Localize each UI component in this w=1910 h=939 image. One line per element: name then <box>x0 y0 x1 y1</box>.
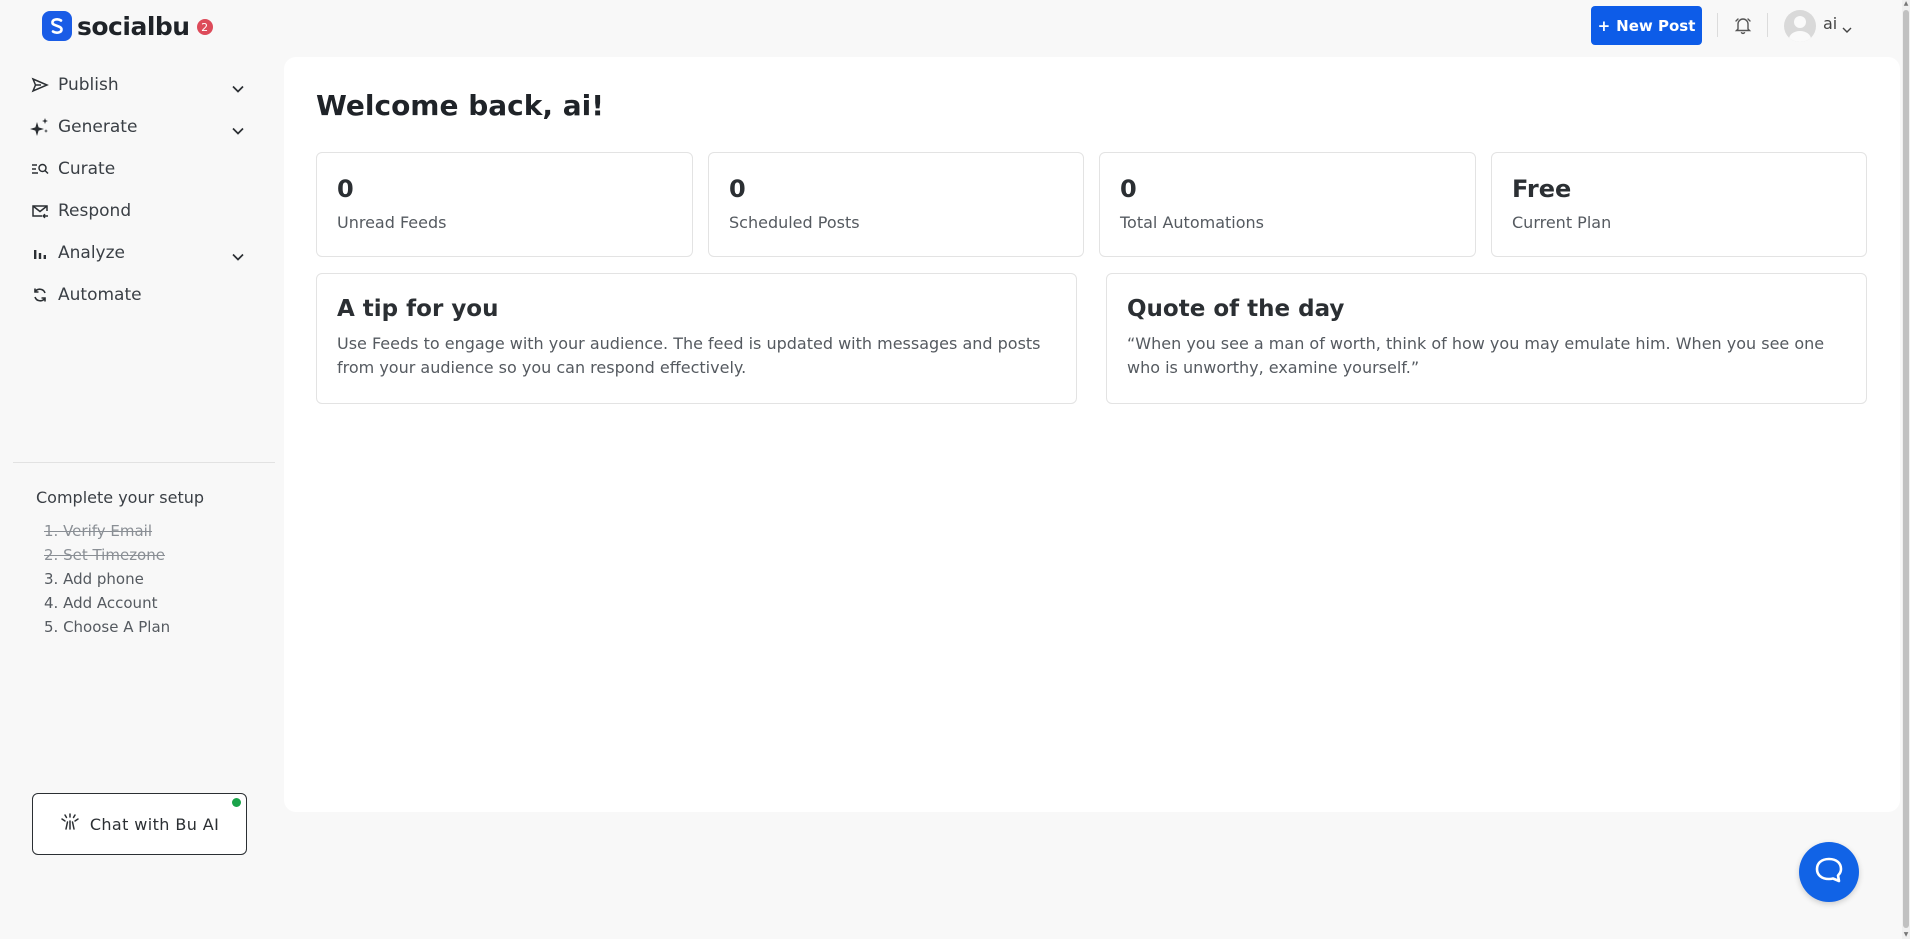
setup-steps-list: 1. Verify Email 2. Set Timezone 3. Add p… <box>44 519 170 639</box>
sidebar-item-label: Curate <box>58 159 116 179</box>
setup-step-verify-email[interactable]: 1. Verify Email <box>44 519 170 543</box>
new-post-label: New Post <box>1616 16 1696 35</box>
plus-icon: + <box>1597 16 1611 35</box>
quote-card: Quote of the day “When you see a man of … <box>1106 273 1867 404</box>
header-divider <box>1717 13 1718 37</box>
help-chat-button[interactable] <box>1799 842 1859 902</box>
stat-value: Free <box>1512 175 1572 203</box>
bell-icon[interactable] <box>1733 15 1753 35</box>
chat-with-bu-ai-button[interactable]: Chat with Bu AI <box>32 793 247 855</box>
stat-card-total-automations[interactable]: 0 Total Automations <box>1099 152 1476 257</box>
sidebar-item-respond[interactable]: Respond <box>0 190 276 232</box>
sidebar-nav: Publish Generate Curate Respond Analyze … <box>0 64 276 316</box>
stat-label: Total Automations <box>1120 213 1264 232</box>
setup-title: Complete your setup <box>36 488 205 507</box>
tip-card: A tip for you Use Feeds to engage with y… <box>316 273 1077 404</box>
setup-step-add-account[interactable]: 4. Add Account <box>44 591 170 615</box>
stat-value: 0 <box>1120 175 1137 203</box>
mail-reply-icon <box>30 201 50 221</box>
sidebar-divider <box>13 462 275 463</box>
stat-label: Unread Feeds <box>337 213 447 232</box>
stat-value: 0 <box>729 175 746 203</box>
page-title: Welcome back, ai! <box>316 89 605 122</box>
quote-text: “When you see a man of worth, think of h… <box>1127 334 1825 377</box>
sidebar-item-label: Analyze <box>58 243 125 263</box>
notification-count-badge: 2 <box>196 19 213 35</box>
online-status-dot <box>232 798 241 807</box>
avatar[interactable] <box>1784 10 1816 42</box>
sidebar-item-generate[interactable]: Generate <box>0 106 276 148</box>
scroll-thumb[interactable] <box>1903 10 1909 928</box>
sidebar-item-analyze[interactable]: Analyze <box>0 232 276 274</box>
ai-chat-icon <box>60 813 80 835</box>
stat-card-current-plan[interactable]: Free Current Plan <box>1491 152 1867 257</box>
send-icon <box>30 75 50 95</box>
user-name[interactable]: ai <box>1823 14 1837 33</box>
sidebar-item-label: Automate <box>58 285 142 305</box>
sidebar-item-label: Generate <box>58 117 138 137</box>
chevron-down-icon[interactable] <box>232 79 244 98</box>
header-divider <box>1767 13 1768 37</box>
chevron-down-icon[interactable] <box>1842 19 1852 38</box>
bar-chart-icon <box>30 243 50 263</box>
setup-step-add-phone[interactable]: 3. Add phone <box>44 567 170 591</box>
setup-step-choose-plan[interactable]: 5. Choose A Plan <box>44 615 170 639</box>
sparkles-icon <box>30 117 50 137</box>
sidebar-item-publish[interactable]: Publish <box>0 64 276 106</box>
search-list-icon <box>30 159 50 179</box>
logo[interactable]: socialbu 2 <box>42 11 213 41</box>
logo-text: socialbu <box>77 11 190 41</box>
chat-button-label: Chat with Bu AI <box>89 814 220 834</box>
stat-card-unread-feeds[interactable]: 0 Unread Feeds <box>316 152 693 257</box>
page-scrollbar[interactable]: ▲ ▼ <box>1902 0 1910 939</box>
sidebar-item-label: Respond <box>58 201 132 221</box>
chevron-down-icon[interactable] <box>232 247 244 266</box>
scroll-up-arrow-icon[interactable]: ▲ <box>1902 0 1910 8</box>
tip-title: A tip for you <box>337 296 499 322</box>
sidebar-item-curate[interactable]: Curate <box>0 148 276 190</box>
socialbu-logo-icon <box>42 11 72 41</box>
chevron-down-icon[interactable] <box>232 121 244 140</box>
stat-value: 0 <box>337 175 354 203</box>
scroll-down-arrow-icon[interactable]: ▼ <box>1902 931 1910 939</box>
chat-bubble-icon <box>1814 856 1844 888</box>
tip-text: Use Feeds to engage with your audience. … <box>337 334 1041 377</box>
new-post-button[interactable]: + New Post <box>1591 6 1702 45</box>
refresh-icon <box>30 285 50 305</box>
quote-title: Quote of the day <box>1127 296 1345 322</box>
stat-card-scheduled-posts[interactable]: 0 Scheduled Posts <box>708 152 1084 257</box>
stat-label: Scheduled Posts <box>729 213 860 232</box>
setup-step-set-timezone[interactable]: 2. Set Timezone <box>44 543 170 567</box>
stat-label: Current Plan <box>1512 213 1612 232</box>
sidebar-item-automate[interactable]: Automate <box>0 274 276 316</box>
app-root: socialbu 2 + New Post ai Publish Generat… <box>0 0 1910 939</box>
sidebar-item-label: Publish <box>58 75 119 95</box>
